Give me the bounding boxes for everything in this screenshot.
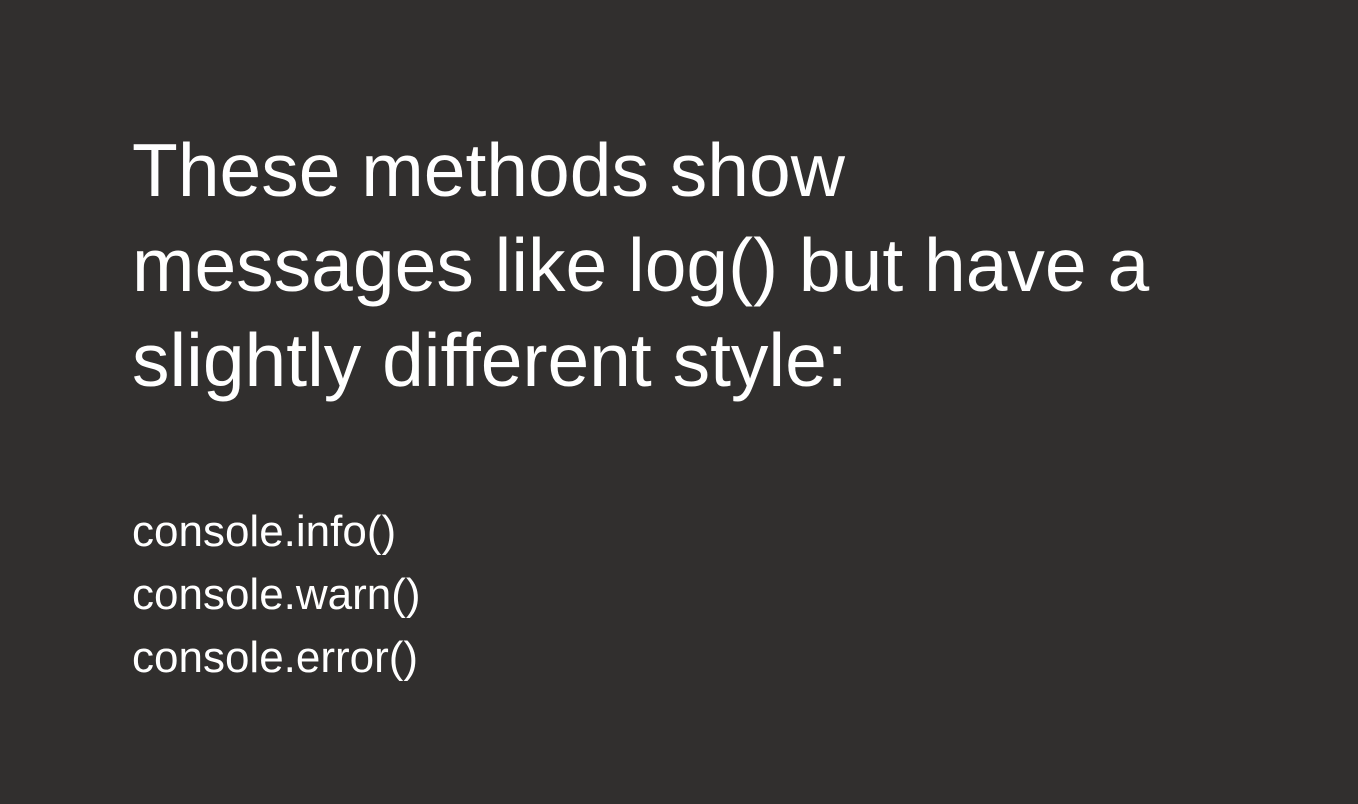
method-console-info: console.info() xyxy=(132,507,397,556)
slide: These methods show messages like log() b… xyxy=(0,0,1358,804)
heading-line-3: slightly different style: xyxy=(132,318,848,402)
slide-heading: These methods show messages like log() b… xyxy=(132,123,1252,408)
methods-list: console.info() console.warn() console.er… xyxy=(132,500,421,689)
heading-line-2: messages like log() but have a xyxy=(132,223,1150,307)
method-console-error: console.error() xyxy=(132,633,419,682)
heading-line-1: These methods show xyxy=(132,128,845,212)
method-console-warn: console.warn() xyxy=(132,570,421,619)
